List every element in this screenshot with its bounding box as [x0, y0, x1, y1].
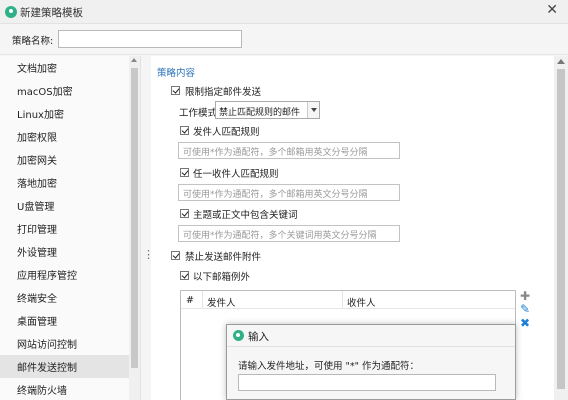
exceptions-label: 以下邮箱例外 — [193, 272, 251, 283]
x-icon[interactable]: ✖ — [519, 317, 531, 329]
sidebar-item-usb-management[interactable]: U盘管理 — [0, 194, 130, 217]
chevron-down-icon[interactable] — [307, 102, 319, 118]
sidebar-item-mail-send-control[interactable]: 邮件发送控制 — [0, 355, 130, 378]
policy-name-input[interactable] — [58, 30, 242, 48]
keywords-label: 主题或正文中包含关键词 — [193, 210, 298, 221]
sidebar-item-print-management[interactable]: 打印管理 — [0, 217, 130, 240]
keywords-input[interactable]: 可使用*作为通配符，多个关键词用英文分号分隔 — [178, 225, 400, 242]
header-divider — [181, 308, 515, 309]
sidebar-scrollbar[interactable] — [129, 56, 140, 400]
any-recipient-input[interactable]: 可使用*作为通配符，多个邮箱用英文分号分隔 — [178, 184, 400, 201]
sender-match-label: 发件人匹配规则 — [193, 127, 260, 138]
sidebar: 文档加密 macOS加密 Linux加密 加密权限 加密网关 落地加密 U盘管理… — [0, 56, 141, 400]
policy-name-label: 策略名称: — [12, 36, 54, 47]
sidebar-item-macos-encrypt[interactable]: macOS加密 — [0, 79, 130, 102]
app-logo-icon — [5, 6, 17, 18]
sidebar-item-encrypt-permission[interactable]: 加密权限 — [0, 125, 130, 148]
any-recipient-checkbox[interactable] — [180, 168, 189, 177]
sidebar-item-encrypt-gateway[interactable]: 加密网关 — [0, 148, 130, 171]
keywords-checkbox[interactable] — [180, 209, 189, 218]
sidebar-item-website-access[interactable]: 网站访问控制 — [0, 332, 130, 355]
title-bar: 新建策略模板 ✕ — [0, 0, 568, 24]
column-divider — [342, 291, 343, 308]
work-mode-selected-value: 禁止匹配规则的邮件 — [219, 108, 301, 118]
work-mode-label: 工作模式 — [179, 108, 218, 119]
content-scroll-thumb[interactable] — [557, 69, 565, 389]
sender-address-input[interactable] — [238, 374, 496, 391]
dialog-title: 输入 — [248, 331, 269, 343]
block-attachment-checkbox[interactable] — [171, 251, 180, 260]
column-header-index: # — [186, 295, 194, 306]
sidebar-item-linux-encrypt[interactable]: Linux加密 — [0, 102, 130, 125]
policy-name-bar: 策略名称: — [0, 24, 568, 55]
work-mode-select[interactable]: 禁止匹配规则的邮件 — [215, 101, 320, 119]
dialog-prompt: 请输入发件地址，可使用 "*" 作为通配符： — [238, 361, 420, 372]
sidebar-scroll-thumb[interactable] — [131, 68, 138, 368]
app-logo-icon — [233, 330, 244, 341]
sidebar-item-terminal-security[interactable]: 终端安全 — [0, 286, 130, 309]
sidebar-item-peripheral-management[interactable]: 外设管理 — [0, 240, 130, 263]
column-header-sender: 发件人 — [207, 298, 236, 309]
dialog-title-bar: 输入 — [227, 325, 515, 347]
exceptions-checkbox[interactable] — [180, 271, 189, 280]
sidebar-item-landing-encrypt[interactable]: 落地加密 — [0, 171, 130, 194]
scroll-up-arrow-icon[interactable] — [557, 59, 565, 64]
sidebar-item-terminal-firewall[interactable]: 终端防火墙 — [0, 378, 130, 400]
sidebar-item-app-control[interactable]: 应用程序管控 — [0, 263, 130, 286]
limit-send-label: 限制指定邮件发送 — [185, 87, 262, 98]
content-scrollbar[interactable] — [554, 56, 568, 400]
window-title: 新建策略模板 — [20, 7, 83, 19]
input-dialog: 输入 请输入发件地址，可使用 "*" 作为通配符： — [226, 324, 516, 400]
any-recipient-label: 任一收件人匹配规则 — [193, 169, 279, 180]
limit-send-checkbox[interactable] — [171, 86, 180, 95]
close-icon[interactable]: ✕ — [546, 2, 558, 18]
column-header-recipient: 收件人 — [347, 298, 376, 309]
section-title: 策略内容 — [157, 68, 196, 79]
pencil-icon[interactable]: ✎ — [519, 303, 531, 315]
sender-match-input[interactable]: 可使用*作为通配符，多个邮箱用英文分号分隔 — [178, 142, 400, 159]
plus-icon[interactable]: ✚ — [519, 290, 531, 302]
scroll-up-arrow-icon[interactable] — [131, 58, 137, 62]
sender-match-checkbox[interactable] — [180, 126, 189, 135]
sidebar-item-desktop-management[interactable]: 桌面管理 — [0, 309, 130, 332]
block-attachment-label: 禁止发送邮件附件 — [185, 252, 262, 263]
sidebar-item-doc-encrypt[interactable]: 文档加密 — [0, 56, 130, 79]
column-divider — [202, 291, 203, 308]
